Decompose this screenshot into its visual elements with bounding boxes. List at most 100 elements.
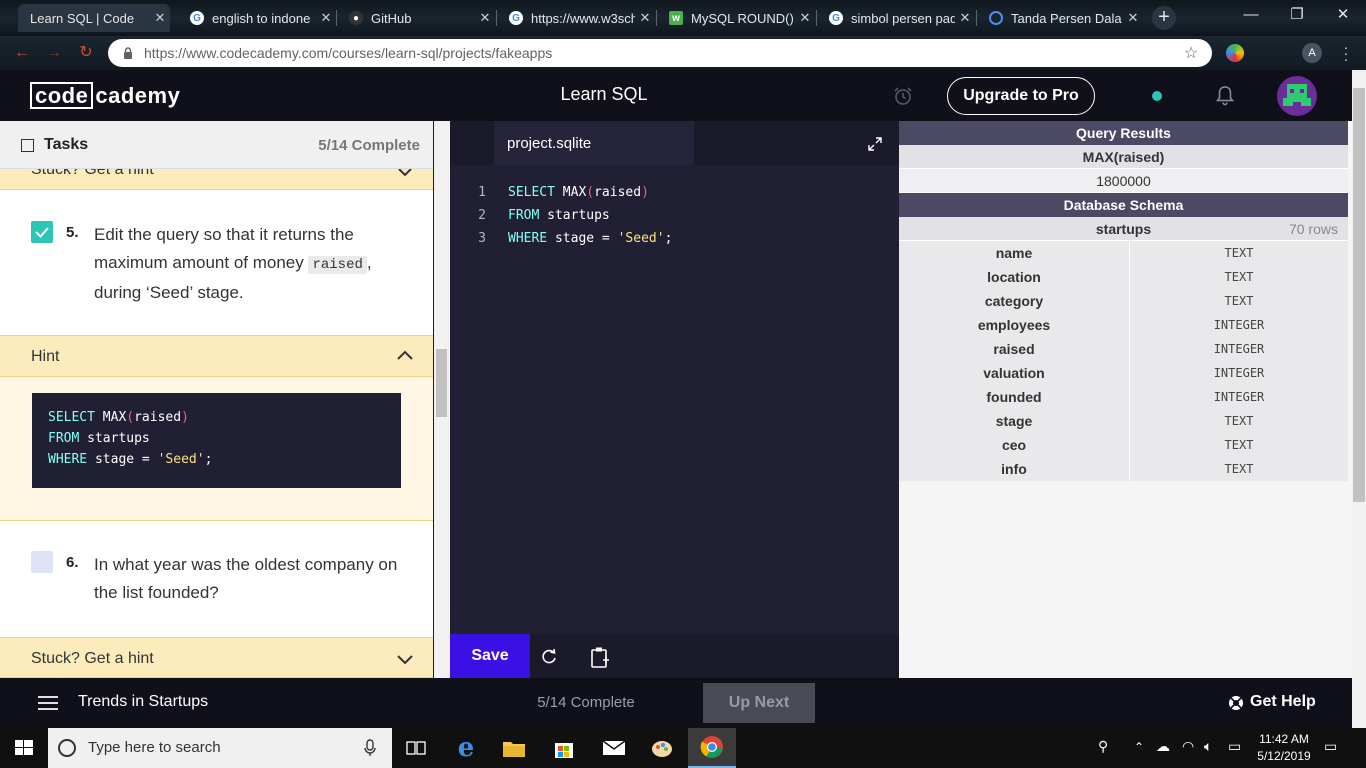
checkmark-icon — [35, 227, 49, 238]
task-5-number: 5. — [66, 224, 79, 241]
tab-simbol-persen[interactable]: G simbol persen pad ✕ — [817, 4, 975, 32]
schema-row: employees INTEGER — [899, 313, 1348, 337]
code-line-2[interactable]: FROM startups — [508, 208, 610, 223]
course-title: Learn SQL — [560, 84, 648, 104]
edge-browser-icon[interactable]: e — [442, 728, 490, 768]
close-icon[interactable]: ✕ — [150, 10, 170, 26]
close-window-button[interactable]: ✕ — [1320, 0, 1366, 32]
line-number: 1 — [478, 185, 486, 200]
new-tab-button[interactable]: + — [1152, 6, 1176, 30]
profile-avatar[interactable]: A — [1302, 43, 1322, 63]
editor-footer: Save — [450, 634, 899, 678]
tab-title: Tanda Persen Dala — [1011, 10, 1122, 26]
taskbar-search-box[interactable]: Type here to search — [48, 728, 392, 768]
url-text: https://www.codecademy.com/courses/learn… — [144, 45, 553, 61]
page-scrollbar-thumb[interactable] — [1353, 88, 1365, 502]
notifications-icon[interactable]: ▭ — [1324, 738, 1337, 755]
chrome-icon[interactable] — [688, 728, 736, 768]
schema-column-name: stage — [899, 409, 1130, 433]
user-avatar[interactable] — [1277, 76, 1317, 116]
windows-start-icon[interactable] — [0, 728, 48, 768]
close-icon[interactable]: ✕ — [635, 10, 655, 26]
wifi-icon[interactable]: ◠ — [1182, 738, 1194, 755]
show-hidden-icons[interactable]: ⌃ — [1134, 740, 1144, 754]
restore-button[interactable]: ❐ — [1274, 0, 1320, 32]
tab-title: simbol persen pad — [851, 10, 955, 26]
help-lifebuoy-icon[interactable] — [1228, 695, 1244, 711]
file-explorer-icon[interactable] — [490, 728, 538, 768]
schema-row: category TEXT — [899, 289, 1348, 313]
task-view-icon[interactable] — [392, 728, 440, 768]
schema-column-name: raised — [899, 337, 1130, 361]
people-icon[interactable]: ⚲ — [1098, 738, 1108, 755]
course-footer: Trends in Startups 5/14 Complete Up Next… — [0, 678, 1352, 728]
task-6-checkbox[interactable] — [31, 551, 53, 573]
hint-code-block: SELECT MAX(raised) FROM startups WHERE s… — [32, 393, 401, 488]
alarm-clock-icon[interactable] — [893, 86, 913, 106]
save-button[interactable]: Save — [450, 634, 530, 678]
forward-button[interactable]: → — [42, 42, 66, 64]
code-line-1[interactable]: SELECT MAX(raised) — [508, 185, 649, 200]
tasks-progress: 5/14 Complete — [318, 137, 420, 154]
clipboard-icon[interactable] — [590, 646, 610, 668]
schema-column-name: name — [899, 241, 1130, 265]
schema-row: ceo TEXT — [899, 433, 1348, 457]
schema-row: location TEXT — [899, 265, 1348, 289]
tab-mysql-round[interactable]: w MySQL ROUND() ✕ — [657, 4, 815, 32]
clock-time[interactable]: 11:42 AM — [1254, 732, 1314, 746]
close-icon[interactable]: ✕ — [1123, 10, 1143, 26]
query-results-title: Query Results — [899, 121, 1348, 145]
hamburger-menu-icon[interactable] — [38, 695, 58, 711]
schema-table-header: startups 70 rows — [899, 217, 1348, 241]
close-icon[interactable]: ✕ — [955, 10, 975, 26]
schema-column-name: info — [899, 457, 1130, 481]
bookmark-star-icon[interactable]: ☆ — [1180, 43, 1202, 63]
tab-title: https://www.w3sch — [531, 10, 635, 26]
windows-taskbar: Type here to search e ⚲ ⌃ ☁ ◠ 🔈︎ ▭ 11:42… — [0, 728, 1366, 768]
course-name[interactable]: Trends in Startups — [78, 693, 208, 711]
tab-learn-sql[interactable]: Learn SQL | Code ✕ — [18, 4, 170, 32]
tab-w3schools-search[interactable]: G https://www.w3sch ✕ — [497, 4, 655, 32]
close-icon[interactable]: ✕ — [795, 10, 815, 26]
close-icon[interactable]: ✕ — [316, 10, 336, 26]
upgrade-to-pro-button[interactable]: Upgrade to Pro — [947, 77, 1095, 115]
task-6-text: In what year was the oldest company on t… — [94, 555, 398, 602]
schema-column-type: INTEGER — [1130, 385, 1348, 409]
tab-tanda-persen[interactable]: Tanda Persen Dala ✕ — [977, 4, 1143, 32]
expand-icon[interactable] — [868, 137, 882, 151]
close-icon[interactable]: ✕ — [475, 10, 495, 26]
reset-icon[interactable] — [539, 647, 559, 667]
battery-icon[interactable]: ▭ — [1228, 738, 1241, 755]
address-bar[interactable]: https://www.codecademy.com/courses/learn… — [108, 39, 1212, 67]
paint-icon[interactable] — [638, 728, 686, 768]
hint-toggle-bar[interactable]: Hint — [0, 335, 433, 377]
result-column-header: MAX(raised) — [899, 145, 1348, 169]
task-5-checkbox[interactable] — [31, 221, 53, 243]
clock-date[interactable]: 5/12/2019 — [1254, 749, 1314, 763]
minimize-button[interactable]: — — [1228, 0, 1274, 32]
browser-menu-icon[interactable]: · · · — [1340, 40, 1352, 66]
reload-button[interactable]: ↻ — [74, 42, 98, 64]
code-editor: project.sqlite 1 2 3 SELECT MAX(raised) … — [450, 121, 899, 678]
schema-column-name: valuation — [899, 361, 1130, 385]
onedrive-icon[interactable]: ☁ — [1156, 738, 1170, 755]
schema-column-name: category — [899, 289, 1130, 313]
microsoft-store-icon[interactable] — [540, 728, 588, 768]
schema-column-name: location — [899, 265, 1130, 289]
codecademy-logo[interactable]: code cademy — [30, 82, 180, 109]
up-next-button[interactable]: Up Next — [703, 683, 815, 723]
tasks-scrollbar-thumb[interactable] — [436, 349, 447, 417]
tab-english-to-indonesian[interactable]: G english to indone ✕ — [178, 4, 336, 32]
back-button[interactable]: ← — [10, 42, 34, 64]
file-tab[interactable]: project.sqlite — [494, 121, 694, 165]
bell-icon[interactable] — [1214, 84, 1236, 106]
code-line-3[interactable]: WHERE stage = 'Seed'; — [508, 231, 672, 246]
mail-icon[interactable] — [590, 728, 638, 768]
volume-icon[interactable]: 🔈︎ — [1204, 738, 1212, 755]
tab-github[interactable]: ● GitHub ✕ — [337, 4, 495, 32]
browser-tab-bar: Learn SQL | Code ✕ G english to indone ✕… — [0, 0, 1366, 36]
extension-icon[interactable] — [1226, 44, 1244, 62]
stuck-hint-bar-task6[interactable]: Stuck? Get a hint — [0, 637, 433, 678]
get-help-button[interactable]: Get Help — [1250, 693, 1316, 711]
microphone-icon[interactable] — [364, 739, 376, 757]
